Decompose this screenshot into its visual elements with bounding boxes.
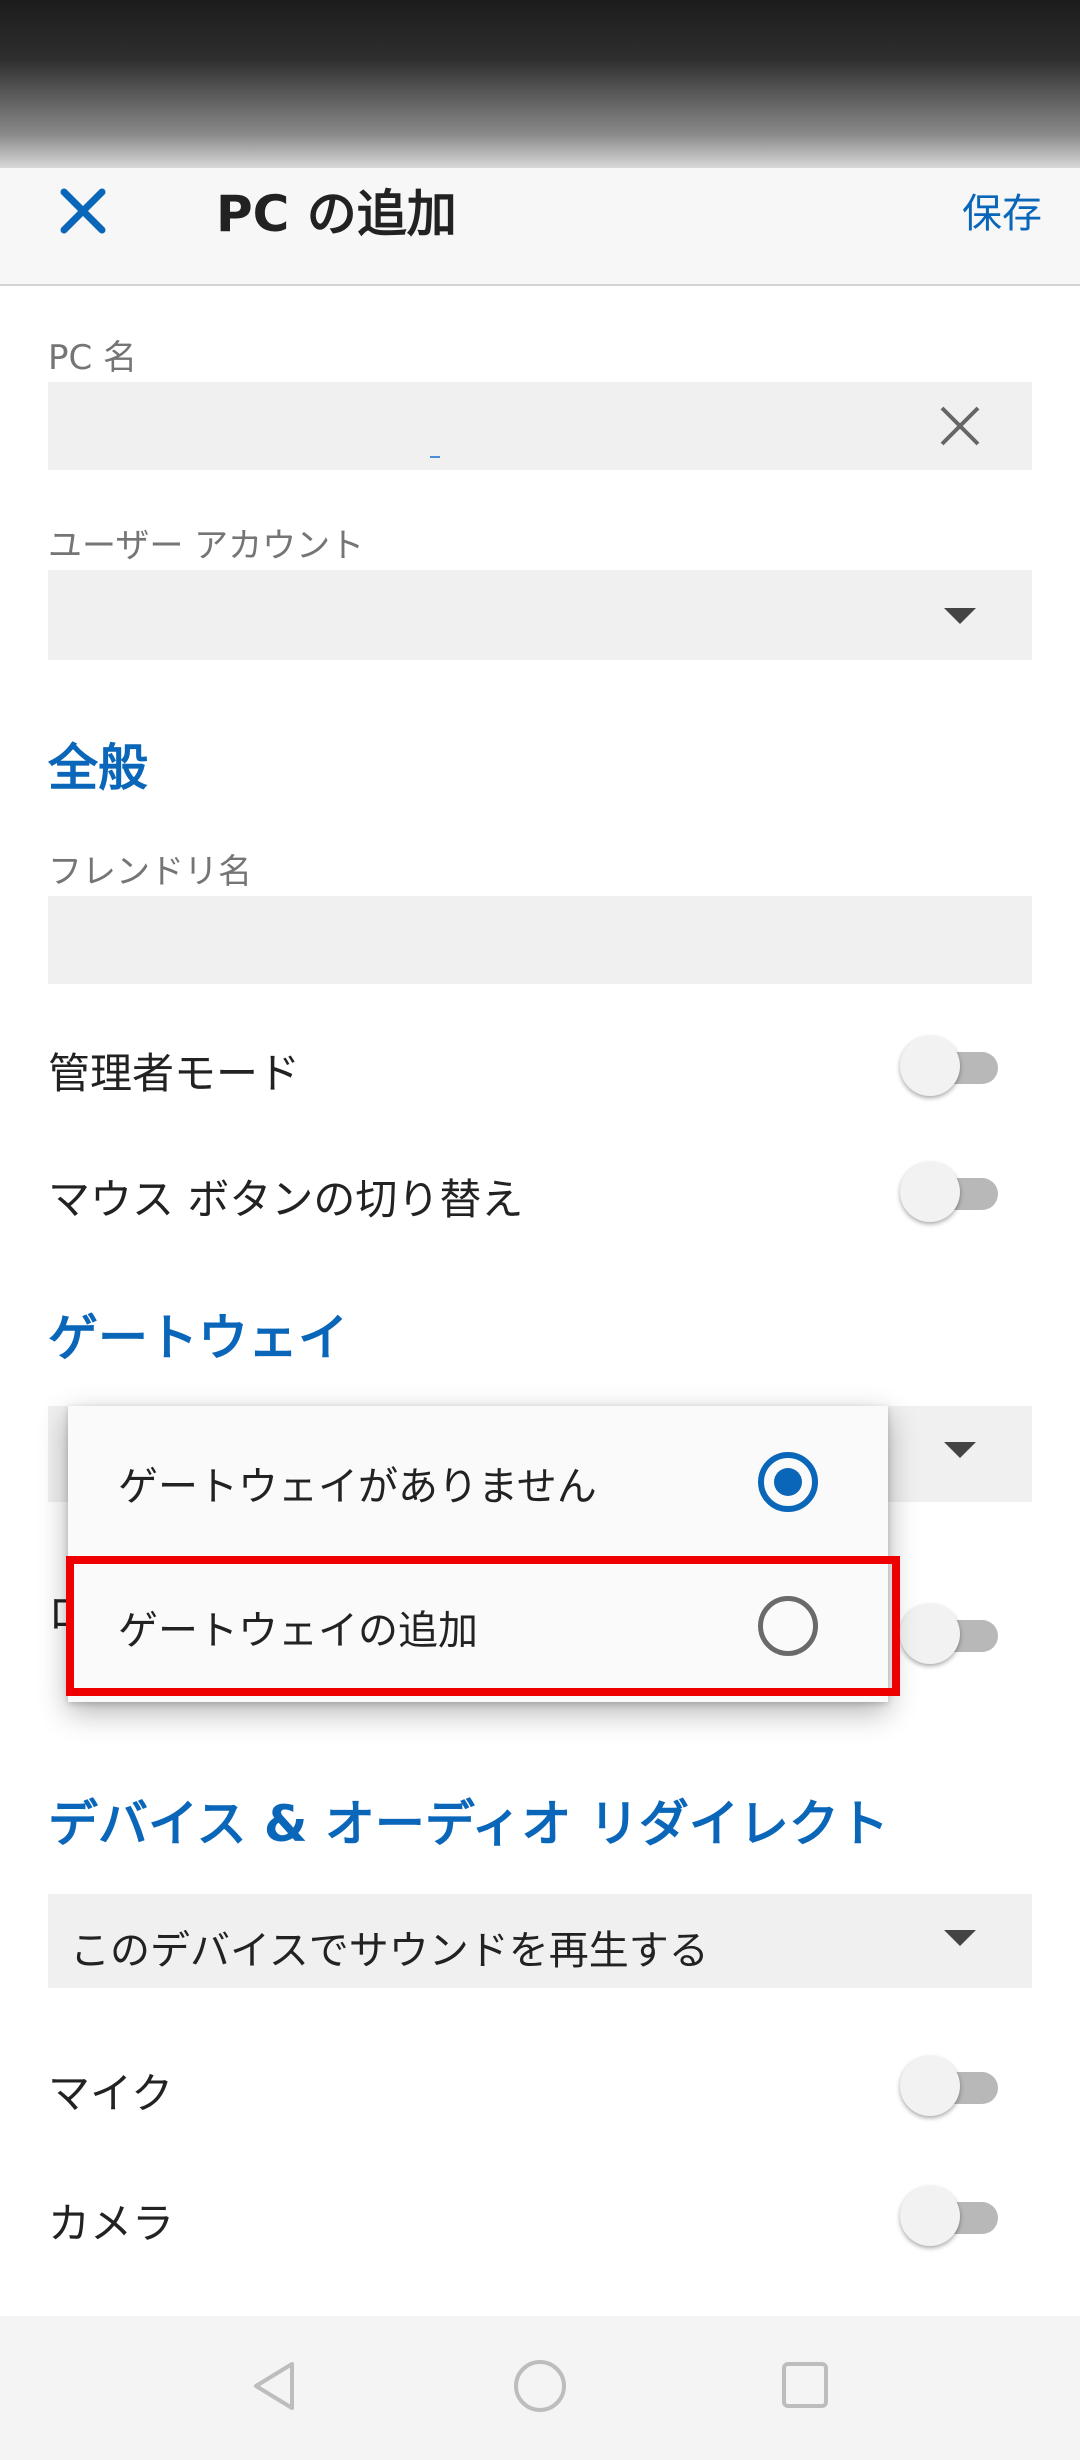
save-button[interactable]: 保存 (962, 174, 1042, 254)
caret-down-icon (944, 1442, 976, 1458)
toggle-thumb (900, 1036, 960, 1096)
pc-name-input[interactable] (48, 382, 1032, 470)
admin-mode-toggle[interactable] (900, 1036, 1000, 1096)
radio-selected-icon[interactable] (758, 1452, 818, 1512)
caret-down-icon (944, 608, 976, 624)
clear-icon[interactable] (938, 404, 982, 448)
gateway-option-none[interactable]: ゲートウェイがありません (68, 1414, 888, 1554)
gateway-option-label: ゲートウェイがありません (118, 1464, 597, 1510)
page-title: PC の追加 (216, 185, 457, 243)
mic-label: マイク (48, 2069, 174, 2118)
audio-playback-select[interactable]: このデバイスでサウンドを再生する (48, 1894, 1032, 1988)
toggle-thumb (900, 1162, 960, 1222)
user-account-select[interactable] (48, 570, 1032, 660)
swap-mouse-toggle[interactable] (900, 1162, 1000, 1222)
mic-toggle[interactable] (900, 2056, 1000, 2116)
admin-mode-label: 管理者モード (48, 1049, 301, 1098)
toggle-thumb (900, 2186, 960, 2246)
app-bar: PC の追加 保存 (0, 168, 1080, 286)
status-bar-shade (0, 0, 1080, 168)
toggle-thumb (900, 2056, 960, 2116)
friendly-name-input[interactable] (48, 896, 1032, 984)
pc-name-label: PC 名 (48, 338, 138, 378)
caret-down-icon (944, 1930, 976, 1946)
user-account-label: ユーザー アカウント (48, 526, 365, 566)
home-icon[interactable] (514, 2360, 566, 2412)
friendly-name-label: フレンドリ名 (48, 852, 252, 892)
swap-mouse-label: マウス ボタンの切り替え (48, 1175, 524, 1224)
close-icon[interactable] (50, 178, 116, 244)
text-cursor (430, 456, 440, 458)
camera-label: カメラ (48, 2199, 175, 2248)
recents-icon[interactable] (782, 2362, 828, 2408)
highlight-box (66, 1556, 900, 1696)
toggle-thumb (900, 1604, 960, 1664)
section-title-redirect: デバイス & オーディオ リダイレクト (48, 1795, 889, 1853)
section-title-gateway: ゲートウェイ (48, 1309, 348, 1367)
system-nav-bar (0, 2316, 1080, 2460)
audio-playback-value: このデバイスでサウンドを再生する (70, 1928, 709, 1974)
section-title-general: 全般 (48, 739, 148, 797)
back-icon[interactable] (248, 2358, 304, 2414)
obscured-row-toggle[interactable] (900, 1604, 1000, 1664)
camera-toggle[interactable] (900, 2186, 1000, 2246)
